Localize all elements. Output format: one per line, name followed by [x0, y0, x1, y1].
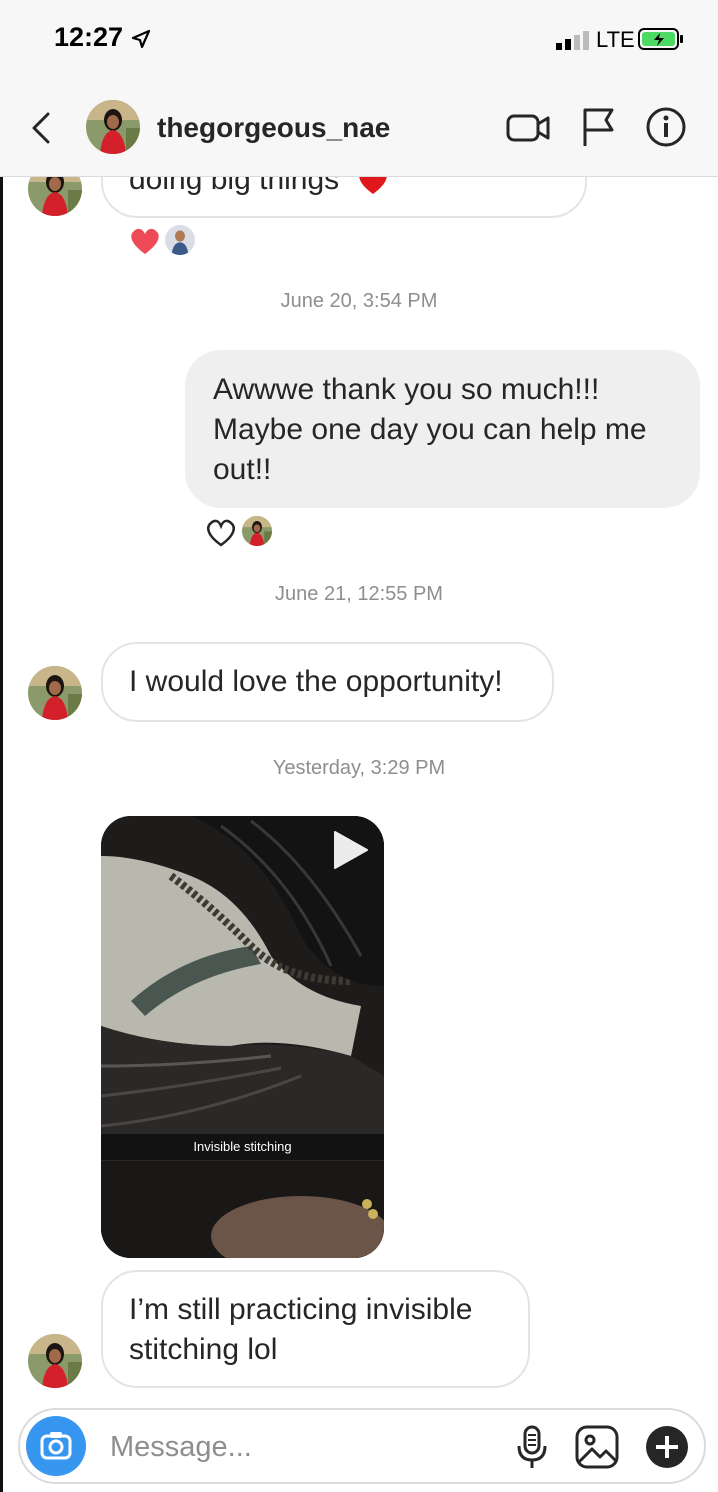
status-time: 12:27	[54, 22, 124, 52]
timestamp: June 21, 12:55 PM	[275, 583, 443, 605]
video-message[interactable]: Invisible stitching	[101, 816, 384, 1258]
microphone-icon[interactable]	[514, 1424, 550, 1470]
timestamp: June 20, 3:54 PM	[280, 290, 438, 312]
screen-edge	[0, 0, 3, 1492]
plus-icon[interactable]	[644, 1424, 690, 1470]
chat-username[interactable]: thegorgeous_nae	[157, 112, 390, 144]
message-bubble-incoming[interactable]: I’m still practicing invisible stitching…	[101, 1270, 530, 1388]
avatar[interactable]	[28, 1334, 82, 1388]
camera-icon	[40, 1432, 72, 1460]
reaction-avatar	[242, 516, 272, 546]
gallery-icon[interactable]	[574, 1424, 620, 1470]
timestamp: Yesterday, 3:29 PM	[272, 757, 446, 779]
play-icon[interactable]	[331, 830, 369, 870]
camera-button[interactable]	[26, 1416, 86, 1476]
video-caption: Invisible stitching	[101, 1134, 384, 1160]
avatar[interactable]	[28, 666, 82, 720]
back-icon[interactable]	[28, 110, 56, 146]
status-bar: 12:27 LTE	[0, 0, 718, 80]
heart-icon	[131, 228, 159, 254]
video-call-icon[interactable]	[505, 110, 551, 146]
message-bubble-incoming[interactable]: I would love the opportunity!	[101, 642, 554, 722]
header-avatar[interactable]	[86, 100, 140, 154]
chat-header: thegorgeous_nae	[0, 80, 718, 177]
message-bubble-outgoing[interactable]: Awwwe thank you so much!!! Maybe one day…	[185, 350, 700, 508]
heart-outline-icon	[207, 519, 235, 547]
network-label: LTE	[596, 27, 635, 52]
location-icon	[131, 29, 151, 49]
reaction-avatar	[164, 224, 196, 256]
video-thumbnail	[101, 816, 384, 1258]
message-composer	[18, 1408, 706, 1484]
info-icon[interactable]	[645, 106, 687, 148]
flag-icon[interactable]	[580, 106, 616, 148]
message-input[interactable]	[108, 1426, 492, 1468]
battery-icon	[638, 28, 683, 50]
signal-icon	[556, 31, 589, 50]
